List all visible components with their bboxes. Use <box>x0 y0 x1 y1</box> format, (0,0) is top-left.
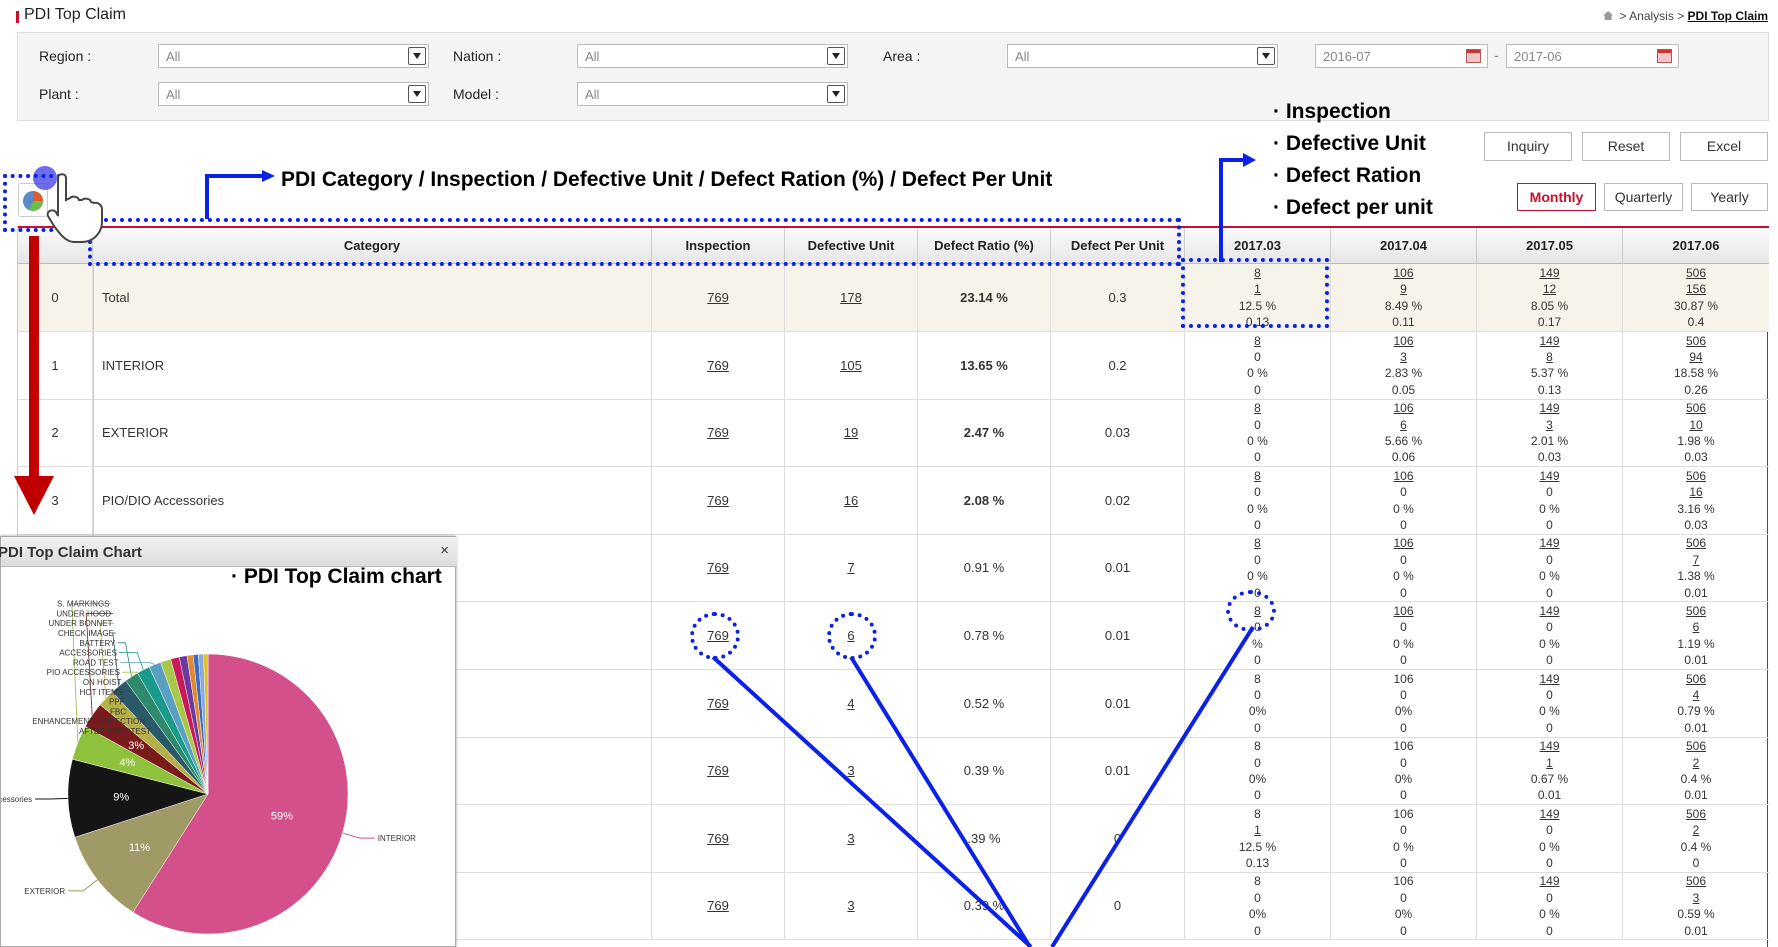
chart-window-title: PDI Top Claim Chart <box>0 544 142 561</box>
pie-category-label: ROAD TEST <box>73 658 119 667</box>
pie-category-label: UNDER BONNET <box>48 619 112 628</box>
pie-category-label: INTERIOR <box>378 834 416 843</box>
pie-category-label: FBC <box>110 707 126 716</box>
pie-chart: 59% INTERIOR 11% EXTERIOR 9% Accessories 4% S. … <box>1 600 416 935</box>
pie-category-label: PPF <box>109 698 125 707</box>
pie-leader-line <box>120 662 155 665</box>
pie-leader-line <box>342 832 375 839</box>
pie-category-label: EXTERIOR <box>24 887 65 896</box>
pie-leader-line <box>119 652 144 670</box>
pie-category-label: ON HOIST <box>83 678 122 687</box>
annotation-item: · Defect Ration <box>1273 164 1422 187</box>
annotation-line <box>1050 625 1255 947</box>
pie-leader-line <box>68 879 98 892</box>
annotation-chart-note: · PDI Top Claim chart <box>231 565 442 588</box>
pie-leader-line <box>35 797 69 800</box>
annotation-item: · Defect per unit <box>1273 196 1433 219</box>
pie-pct-label: 59% <box>271 810 293 822</box>
pie-category-label: AFTER ROADTEST <box>79 727 151 736</box>
pie-category-label: ENHANCEMENT INSPECTION <box>32 717 145 726</box>
annotation-columns-note: PDI Category / Inspection / Defective Un… <box>281 168 1053 191</box>
highlight-box <box>1181 258 1329 328</box>
close-icon[interactable]: × <box>440 542 449 559</box>
highlight-circle <box>1226 590 1276 632</box>
pie-category-label: HOT ITEMS <box>80 688 123 697</box>
pie-pct-label: 4% <box>119 757 135 769</box>
annotation-item: · Defective Unit <box>1273 132 1426 155</box>
pie-category-label: CHECK IMAGE <box>58 629 114 638</box>
chart-window-header[interactable]: PDI Top Claim Chart × <box>0 537 457 567</box>
red-arrow-shaft <box>29 236 39 476</box>
pie-category-label: BATTERY <box>79 639 116 648</box>
chart-window: PDI Top Claim Chart × 59% INTERIOR 11% EXTE… <box>0 536 457 947</box>
red-arrow-head <box>14 476 54 515</box>
pie-pct-label: 11% <box>129 842 150 854</box>
annotation-item: · Inspection <box>1273 100 1391 123</box>
arrow-head <box>1243 153 1256 167</box>
hand-pointer-icon <box>46 173 103 243</box>
pie-category-label: PIO ACCESSORIES <box>47 668 120 677</box>
pie-pct-label: 3% <box>128 740 144 752</box>
annotation-line <box>711 655 1033 947</box>
annotation-arrow <box>1219 158 1245 262</box>
highlight-circle <box>690 612 740 660</box>
annotation-line <box>849 655 1032 947</box>
pie-category-label: ACCESSORIES <box>59 649 117 658</box>
highlight-circle <box>827 612 877 660</box>
annotation-arrow <box>205 174 262 219</box>
pie-pct-label: 9% <box>113 792 129 804</box>
highlight-box <box>88 218 1181 266</box>
arrow-head <box>262 170 275 182</box>
pie-category-label: Accessories <box>1 795 32 804</box>
pie-category-label: S. MARKINGS <box>57 600 109 609</box>
pie-category-label: UNDER HOOD <box>56 609 111 618</box>
